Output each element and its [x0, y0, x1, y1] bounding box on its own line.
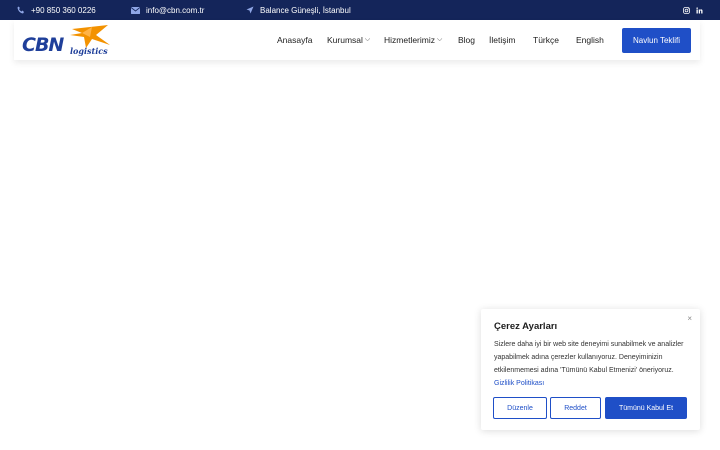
- location-contact[interactable]: Balance Güneşli, İstanbul: [246, 0, 351, 20]
- privacy-policy-link[interactable]: Gizlilik Politikası: [494, 380, 544, 387]
- phone-contact[interactable]: +90 850 360 0226: [17, 0, 96, 20]
- nav-item-home[interactable]: Anasayfa: [277, 20, 312, 60]
- close-icon[interactable]: ×: [687, 314, 692, 323]
- chevron-down-icon: ⌵: [364, 36, 371, 43]
- location-arrow-icon: [246, 6, 254, 14]
- social-links: [683, 0, 703, 20]
- email-address: info@cbn.com.tr: [146, 5, 205, 15]
- nav-item-lang-tr[interactable]: Türkçe: [533, 20, 559, 60]
- email-contact[interactable]: info@cbn.com.tr: [131, 0, 204, 20]
- instagram-icon[interactable]: [683, 6, 690, 14]
- nav-item-blog[interactable]: Blog: [458, 20, 475, 60]
- top-info-bar: +90 850 360 0226 info@cbn.com.tr Balance…: [0, 0, 720, 20]
- cookie-edit-button[interactable]: Düzenle: [493, 397, 547, 419]
- logo-brand-text: CBN: [22, 34, 64, 56]
- linkedin-icon[interactable]: [696, 6, 703, 14]
- cookie-consent-dialog: × Çerez Ayarları Sizlere daha iyi bir we…: [481, 309, 700, 430]
- chevron-down-icon: ⌵: [437, 36, 443, 43]
- nav-item-contact[interactable]: İletişim: [489, 20, 515, 60]
- location-text: Balance Güneşli, İstanbul: [260, 5, 351, 15]
- envelope-icon: [131, 6, 140, 14]
- cbn-logistics-logo[interactable]: CBN logistics: [22, 23, 112, 57]
- nav-item-lang-en[interactable]: English: [576, 20, 604, 60]
- nav-item-services[interactable]: Hizmetlerimiz ⌵: [384, 20, 442, 60]
- cookie-reject-button[interactable]: Reddet: [550, 397, 601, 419]
- cookie-accept-all-button[interactable]: Tümünü Kabul Et: [605, 397, 687, 419]
- logo-sub-text: logistics: [70, 46, 108, 56]
- cookie-description: Sizlere daha iyi bir web site deneyimi s…: [494, 341, 684, 374]
- nav-item-corporate[interactable]: Kurumsal ⌵: [327, 20, 370, 60]
- phone-icon: [17, 6, 24, 14]
- cookie-dialog-text: Sizlere daha iyi bir web site deneyimi s…: [494, 338, 694, 390]
- cookie-dialog-title: Çerez Ayarları: [494, 321, 558, 332]
- freight-quote-button[interactable]: Navlun Teklifi: [622, 28, 691, 53]
- phone-number: +90 850 360 0226: [31, 5, 96, 15]
- main-header: CBN logistics Anasayfa Kurumsal ⌵ Hizmetl…: [14, 20, 700, 60]
